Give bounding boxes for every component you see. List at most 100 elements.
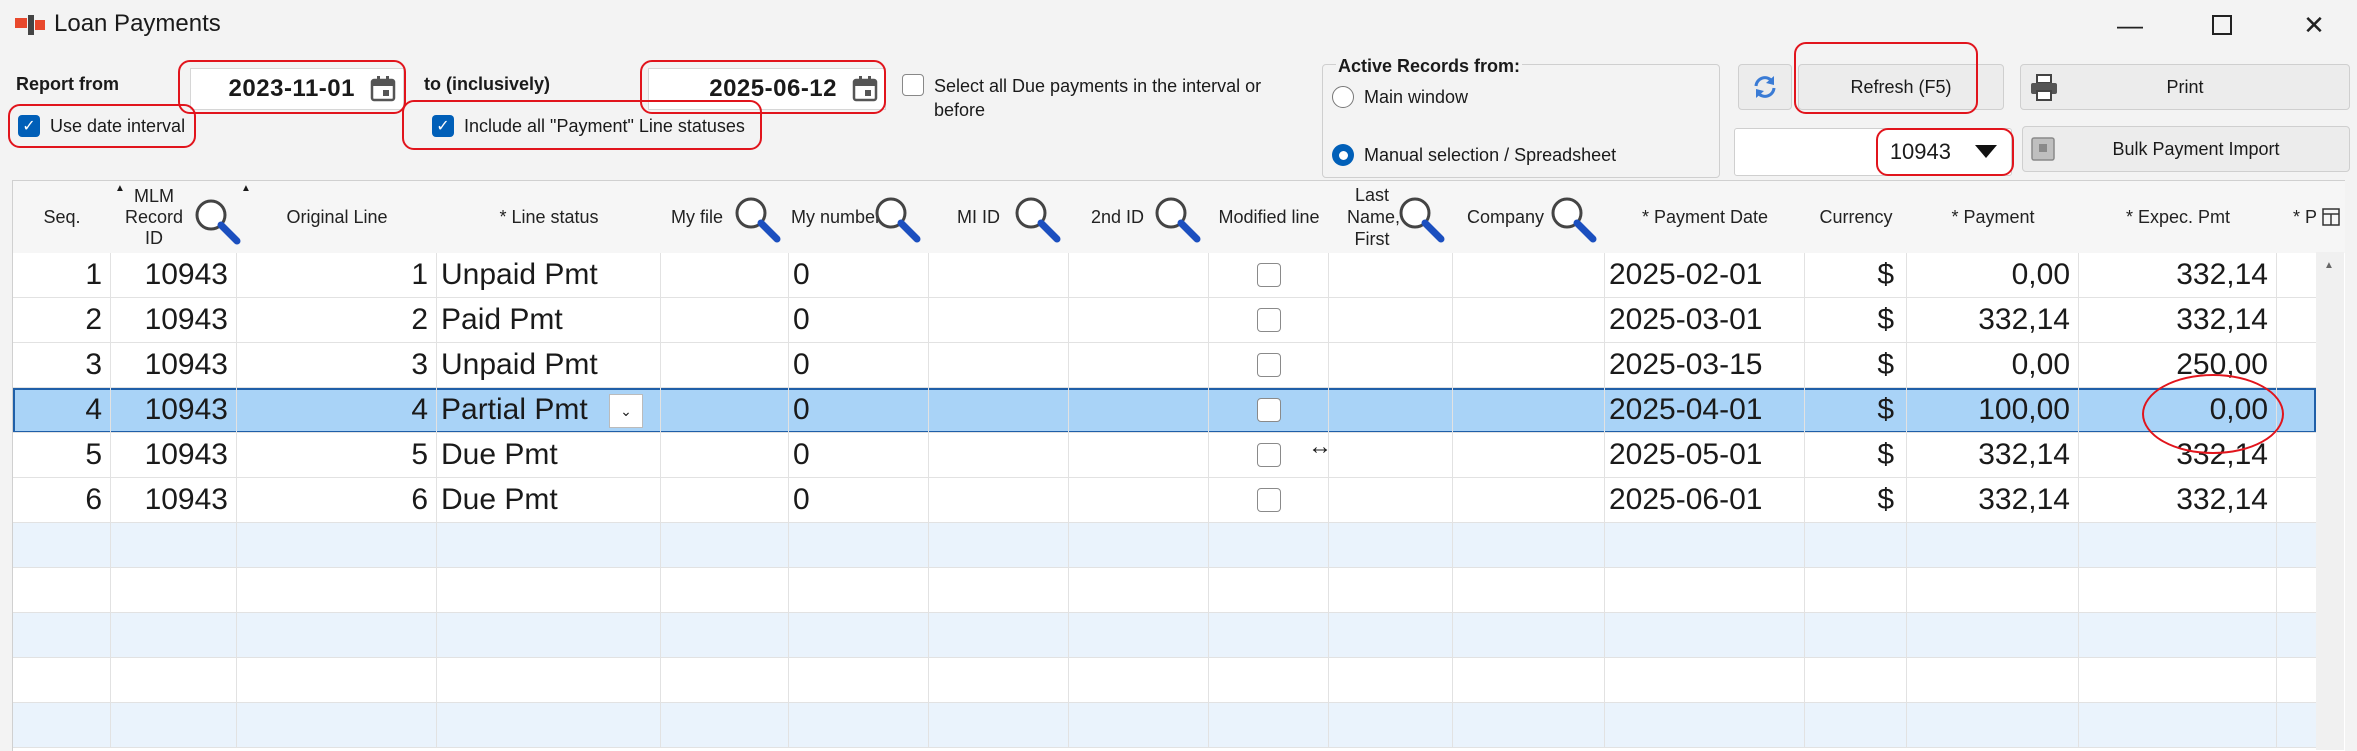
company-cell[interactable] [1453,523,1605,568]
modified-line-cell[interactable] [1209,568,1329,613]
select-all-due-checkbox[interactable] [902,74,924,96]
modified-line-checkbox[interactable] [1256,398,1281,422]
line-status-cell[interactable]: Due Pmt [437,478,661,523]
currency-cell[interactable]: $ [1805,343,1907,388]
payment-cell[interactable]: 332,14 [1907,433,2079,478]
seq-cell[interactable] [13,523,111,568]
modified-line-cell[interactable] [1209,253,1329,298]
line-status-cell[interactable] [437,523,661,568]
mi-id-cell[interactable] [929,703,1069,748]
maximize-button[interactable] [2176,0,2268,50]
payment-cell[interactable] [1907,568,2079,613]
expec-pmt-cell[interactable]: 332,14 [2079,253,2277,298]
seq-cell[interactable]: 1 [13,253,111,298]
magnifier-icon[interactable] [1011,193,1063,245]
seq-cell[interactable]: 6 [13,478,111,523]
modified-line-checkbox[interactable] [1256,308,1281,332]
overflow-cell[interactable] [2277,478,2317,523]
last-name-cell[interactable] [1329,478,1453,523]
modified-line-cell[interactable] [1209,343,1329,388]
calendar-icon[interactable] [845,69,885,109]
minimize-button[interactable]: — [2084,0,2176,50]
last-name-cell[interactable] [1329,703,1453,748]
overflow-cell[interactable] [2277,568,2317,613]
status-dropdown-arrow-icon[interactable]: ⌄ [609,394,643,428]
second-id-cell[interactable] [1069,478,1209,523]
payment-date-cell[interactable] [1605,703,1805,748]
my-file-cell[interactable] [661,298,789,343]
mlm-record-cell[interactable]: 10943 [111,478,237,523]
payment-date-cell[interactable]: 2025-03-01 [1605,298,1805,343]
my-number-cell[interactable]: 0 [789,343,929,388]
modified-line-cell[interactable] [1209,658,1329,703]
table-row[interactable]: 3 10943 3 Unpaid Pmt 0 2025-03-15 $0,00 250,00 [13,343,2317,388]
original-line-cell[interactable]: 6 [237,478,437,523]
magnifier-icon[interactable] [191,195,243,247]
company-cell[interactable] [1453,658,1605,703]
company-cell[interactable] [1453,703,1605,748]
line-status-cell[interactable] [437,703,661,748]
refresh-icon-button[interactable] [1738,64,1792,110]
empty-table-row[interactable] [13,658,2317,703]
seq-cell[interactable] [13,658,111,703]
last-name-cell[interactable] [1329,388,1453,433]
currency-cell[interactable] [1805,568,1907,613]
my-file-cell[interactable] [661,658,789,703]
table-row[interactable]: 2 10943 2 Paid Pmt 0 2025-03-01 $332,14 332,14 [13,298,2317,343]
close-button[interactable]: ✕ [2268,0,2357,50]
seq-cell[interactable]: 5 [13,433,111,478]
expec-pmt-cell[interactable] [2079,568,2277,613]
original-line-cell[interactable]: 1 [237,253,437,298]
col-header-seq[interactable]: Seq. [13,181,111,253]
original-line-cell[interactable]: 2 [237,298,437,343]
mlm-record-cell[interactable] [111,658,237,703]
column-chooser[interactable] [2317,181,2345,253]
payment-date-cell[interactable] [1605,658,1805,703]
second-id-cell[interactable] [1069,343,1209,388]
table-row[interactable]: 1 10943 1 Unpaid Pmt 0 2025-02-01 $0,00 332,14 [13,253,2317,298]
payment-cell[interactable] [1907,523,2079,568]
expec-pmt-cell[interactable] [2079,523,2277,568]
date-from-field[interactable]: 2023-11-01 [190,68,404,110]
vertical-scrollbar[interactable]: ▲ [2316,252,2344,750]
mi-id-cell[interactable] [929,433,1069,478]
my-file-cell[interactable] [661,388,789,433]
expec-pmt-cell[interactable] [2079,703,2277,748]
original-line-cell[interactable]: 3 [237,343,437,388]
empty-table-row[interactable] [13,523,2317,568]
original-line-cell[interactable] [237,568,437,613]
bulk-payment-import-button[interactable]: Bulk Payment Import [2022,126,2350,172]
mlm-record-cell[interactable]: 10943 [111,298,237,343]
magnifier-icon[interactable] [1547,193,1599,245]
overflow-cell[interactable] [2277,613,2317,658]
my-number-cell[interactable]: 0 [789,388,929,433]
modified-line-cell[interactable] [1209,478,1329,523]
modified-line-cell[interactable] [1209,298,1329,343]
company-cell[interactable] [1453,568,1605,613]
payment-date-cell[interactable]: 2025-05-01 [1605,433,1805,478]
currency-cell[interactable]: $ [1805,253,1907,298]
payment-cell[interactable] [1907,703,2079,748]
original-line-cell[interactable] [237,523,437,568]
second-id-cell[interactable] [1069,298,1209,343]
second-id-cell[interactable] [1069,568,1209,613]
company-cell[interactable] [1453,613,1605,658]
expec-pmt-cell[interactable]: 332,14 [2079,298,2277,343]
seq-cell[interactable] [13,613,111,658]
my-number-cell[interactable]: 0 [789,478,929,523]
company-cell[interactable] [1453,388,1605,433]
company-cell[interactable] [1453,343,1605,388]
payment-date-cell[interactable] [1605,523,1805,568]
my-number-cell[interactable] [789,658,929,703]
mi-id-cell[interactable] [929,298,1069,343]
modified-line-cell[interactable] [1209,388,1329,433]
payment-cell[interactable] [1907,658,2079,703]
currency-cell[interactable] [1805,703,1907,748]
table-row[interactable]: 6 10943 6 Due Pmt 0 2025-06-01 $332,14 332,14 [13,478,2317,523]
company-cell[interactable] [1453,253,1605,298]
expec-pmt-cell[interactable]: 332,14 [2079,478,2277,523]
seq-cell[interactable] [13,703,111,748]
my-file-cell[interactable] [661,433,789,478]
col-header-expec-pmt[interactable]: * Expec. Pmt [2079,181,2277,253]
mlm-record-cell[interactable] [111,703,237,748]
